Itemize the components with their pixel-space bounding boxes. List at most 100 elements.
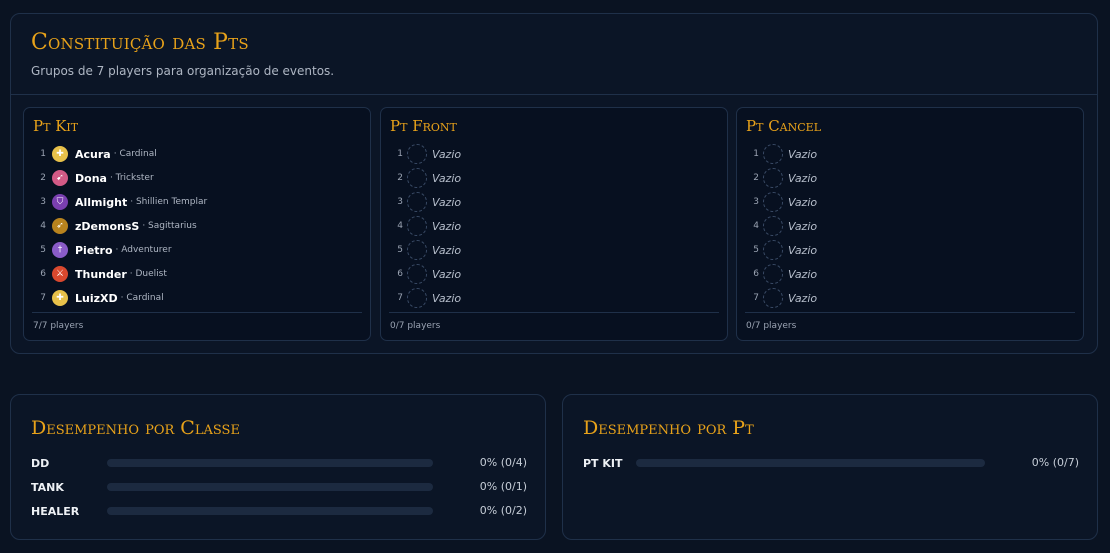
progress-bar — [107, 459, 433, 467]
cross-icon: ✚ — [52, 146, 68, 162]
empty-label: Vazio — [788, 291, 818, 305]
player-slot[interactable]: 4 ➶ zDemonsS · Sagittarius — [32, 214, 364, 238]
slot-number: 2 — [753, 173, 759, 183]
performance-value: 0% (0/4) — [479, 456, 527, 469]
slot-number: 7 — [397, 293, 403, 303]
performance-row: DD 0% (0/4) — [31, 453, 527, 473]
bow-icon: ➶ — [52, 218, 68, 234]
empty-label: Vazio — [432, 147, 462, 161]
player-slot[interactable]: 2 ➹ Dona · Trickster — [32, 166, 364, 190]
slot-number: 5 — [40, 245, 46, 255]
empty-avatar-icon — [407, 264, 427, 284]
player-slot[interactable]: 3 ⛉ Allmight · Shillien Templar — [32, 190, 364, 214]
performance-label: HEALER — [31, 504, 80, 518]
slot-number: 3 — [397, 197, 403, 207]
empty-slot[interactable]: 3 Vazio — [745, 190, 1077, 214]
empty-label: Vazio — [432, 267, 462, 281]
parties-panel: Constituição das Pts Grupos de 7 players… — [10, 13, 1098, 354]
performance-value: 0% (0/1) — [479, 480, 527, 493]
party-card: Pt Kit 1 ✚ Acura · Cardinal 2 ➹ Dona · Trickster… — [23, 107, 371, 341]
empty-slot[interactable]: 2 Vazio — [745, 166, 1077, 190]
empty-label: Vazio — [788, 195, 818, 209]
party-count: 0/7 players — [390, 321, 441, 331]
player-class: · Sagittarius — [142, 221, 197, 231]
slot-number: 4 — [40, 221, 46, 231]
player-name: Allmight — [75, 195, 128, 209]
empty-avatar-icon — [407, 240, 427, 260]
slot-number: 6 — [397, 269, 403, 279]
empty-slot[interactable]: 6 Vazio — [745, 262, 1077, 286]
player-class: · Cardinal — [113, 149, 157, 159]
arrow-icon: ➹ — [52, 170, 68, 186]
player-name: Dona — [75, 171, 107, 185]
party-performance-panel: Desempenho por Pt PT KIT 0% (0/7) — [562, 394, 1098, 540]
player-slot[interactable]: 6 ⚔ Thunder · Duelist — [32, 262, 364, 286]
empty-avatar-icon — [407, 288, 427, 308]
party-name: Pt Front — [390, 117, 457, 135]
performance-row: PT KIT 0% (0/7) — [583, 453, 1079, 473]
performance-value: 0% (0/7) — [1031, 456, 1079, 469]
performance-row: TANK 0% (0/1) — [31, 477, 527, 497]
player-name: Thunder — [75, 267, 127, 281]
slot-number: 7 — [753, 293, 759, 303]
dagger-icon: † — [52, 242, 68, 258]
empty-label: Vazio — [432, 195, 462, 209]
empty-slot[interactable]: 2 Vazio — [389, 166, 721, 190]
empty-avatar-icon — [407, 216, 427, 236]
empty-label: Vazio — [788, 243, 818, 257]
player-name: Pietro — [75, 243, 113, 257]
slot-number: 1 — [753, 149, 759, 159]
parties-subtitle: Grupos de 7 players para organização de … — [31, 64, 335, 78]
empty-avatar-icon — [763, 264, 783, 284]
party-card: Pt Front 1 Vazio 2 Vazio 3 Vazio 4 Vazio 5 Vazio 6 V… — [380, 107, 728, 341]
empty-slot[interactable]: 4 Vazio — [745, 214, 1077, 238]
empty-slot[interactable]: 4 Vazio — [389, 214, 721, 238]
empty-slot[interactable]: 7 Vazio — [745, 286, 1077, 310]
progress-bar — [107, 507, 433, 515]
empty-avatar-icon — [407, 144, 427, 164]
slot-number: 5 — [397, 245, 403, 255]
swords-icon: ⚔ — [52, 266, 68, 282]
empty-avatar-icon — [763, 216, 783, 236]
empty-slot[interactable]: 3 Vazio — [389, 190, 721, 214]
slot-number: 2 — [40, 173, 46, 183]
performance-label: PT KIT — [583, 456, 623, 470]
slot-number: 1 — [40, 149, 46, 159]
class-performance-panel: Desempenho por Classe DD 0% (0/4) TANK 0% (… — [10, 394, 546, 540]
cross-icon: ✚ — [52, 290, 68, 306]
player-slot[interactable]: 7 ✚ LuizXD · Cardinal — [32, 286, 364, 310]
empty-avatar-icon — [763, 288, 783, 308]
party-count: 7/7 players — [33, 321, 84, 331]
player-class: · Trickster — [109, 173, 154, 183]
empty-avatar-icon — [763, 168, 783, 188]
slot-number: 4 — [397, 221, 403, 231]
empty-slot[interactable]: 6 Vazio — [389, 262, 721, 286]
progress-bar — [107, 483, 433, 491]
player-class: · Cardinal — [120, 293, 164, 303]
player-slot[interactable]: 5 † Pietro · Adventurer — [32, 238, 364, 262]
player-class: · Duelist — [129, 269, 167, 279]
party-name: Pt Kit — [33, 117, 79, 135]
empty-label: Vazio — [788, 171, 818, 185]
empty-slot[interactable]: 5 Vazio — [389, 238, 721, 262]
empty-label: Vazio — [432, 243, 462, 257]
parties-header: Constituição das Pts Grupos de 7 players… — [11, 14, 1097, 95]
empty-slot[interactable]: 7 Vazio — [389, 286, 721, 310]
slot-number: 4 — [753, 221, 759, 231]
performance-row: HEALER 0% (0/2) — [31, 501, 527, 521]
progress-bar — [636, 459, 985, 467]
empty-avatar-icon — [763, 144, 783, 164]
empty-label: Vazio — [788, 147, 818, 161]
empty-slot[interactable]: 5 Vazio — [745, 238, 1077, 262]
shield-icon: ⛉ — [52, 194, 68, 210]
empty-slot[interactable]: 1 Vazio — [389, 142, 721, 166]
performance-value: 0% (0/2) — [479, 504, 527, 517]
empty-slot[interactable]: 1 Vazio — [745, 142, 1077, 166]
divider — [745, 312, 1075, 313]
player-name: LuizXD — [75, 291, 118, 305]
slot-number: 3 — [40, 197, 46, 207]
player-slot[interactable]: 1 ✚ Acura · Cardinal — [32, 142, 364, 166]
empty-avatar-icon — [407, 168, 427, 188]
slot-number: 7 — [40, 293, 46, 303]
slot-number: 6 — [753, 269, 759, 279]
